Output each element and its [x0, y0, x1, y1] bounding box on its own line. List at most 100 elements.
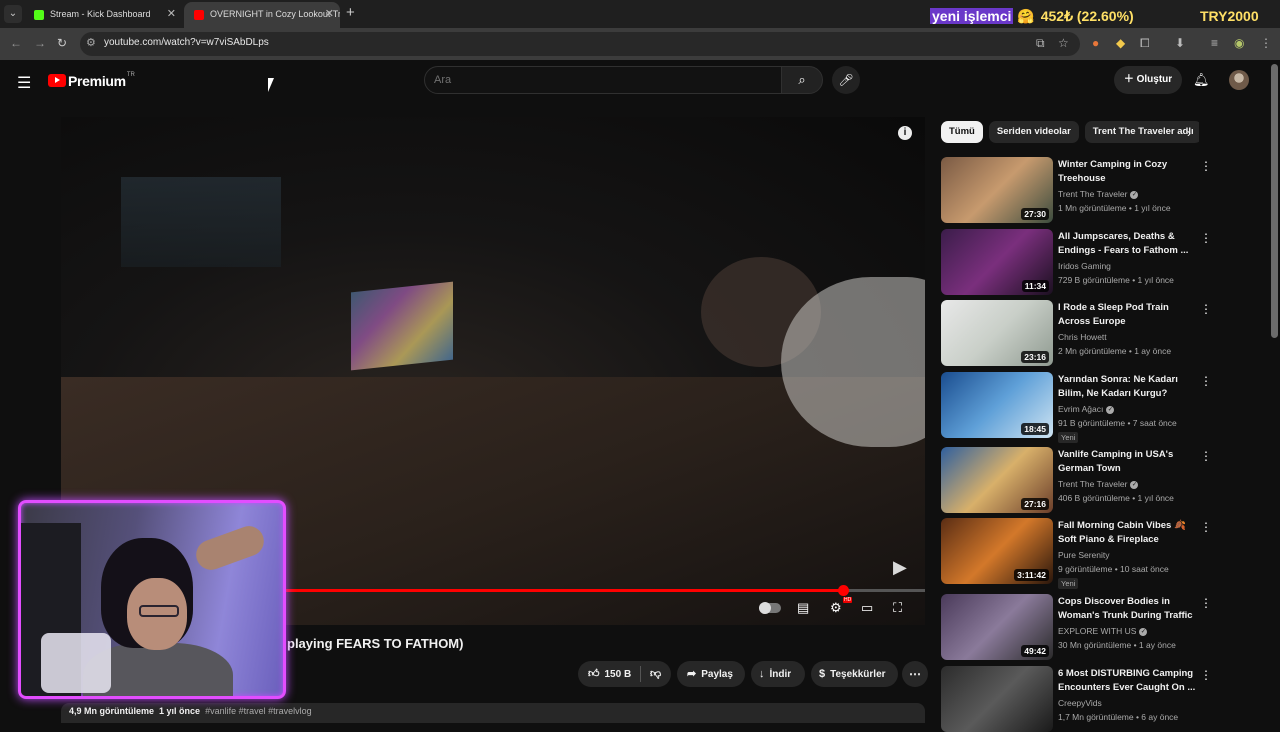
recommendation-channel-row: Evrim Ağacı ✓	[1058, 404, 1115, 414]
video-thumbnail[interactable]: 18:45	[941, 372, 1053, 438]
scrubber-handle[interactable]	[838, 585, 849, 596]
recommendation-item[interactable]: 27:30 Winter Camping in Cozy Treehouse Tre…	[941, 157, 1212, 223]
download-button[interactable]: ↓ İndir	[751, 661, 805, 687]
address-bar[interactable]: ⚙ youtube.com/watch?v=w7viSAbDLps	[80, 32, 1080, 56]
recommendation-item[interactable]: 3:11:42 Fall Morning Cabin Vibes 🍂 Soft P…	[941, 518, 1212, 589]
webcam-glasses	[139, 605, 179, 617]
theater-mode-icon[interactable]: ▭	[861, 600, 873, 616]
recommendation-title[interactable]: Fall Morning Cabin Vibes 🍂 Soft Piano & …	[1058, 519, 1198, 547]
url-text[interactable]: youtube.com/watch?v=w7viSAbDLps	[104, 37, 269, 48]
chip-series[interactable]: Seriden videolar	[988, 121, 1079, 143]
channel-watermark-icon[interactable]: ▶	[893, 557, 907, 578]
site-info-icon[interactable]: ⚙	[86, 36, 96, 49]
chips-next-chevron-icon[interactable]: ›	[1187, 126, 1191, 140]
dislike-button[interactable]: 👎︎	[650, 661, 661, 687]
youtube-favicon-icon	[194, 9, 204, 20]
notifications-bell-icon[interactable]: 🔔︎	[1193, 72, 1210, 88]
new-tab-plus-icon[interactable]: +	[346, 4, 355, 21]
chip-channel[interactable]: Trent The Traveler adlı	[1084, 121, 1199, 143]
video-thumbnail[interactable]: 49:42	[941, 594, 1053, 660]
recommendation-title[interactable]: I Rode a Sleep Pod Train Across Europe	[1058, 301, 1198, 329]
more-vertical-icon[interactable]: ⋮	[1200, 668, 1212, 682]
share-button[interactable]: ➦ Paylaş	[677, 661, 745, 687]
browser-menu-icon[interactable]: ⋮	[1260, 36, 1272, 50]
channel-name[interactable]: Iridos Gaming	[1058, 261, 1111, 271]
verified-check-icon: ✓	[1139, 627, 1148, 636]
video-thumbnail[interactable]: 27:16	[941, 447, 1053, 513]
video-thumbnail[interactable]	[941, 666, 1053, 732]
recommendation-title[interactable]: Cops Discover Bodies in Woman's Trunk Du…	[1058, 595, 1198, 623]
stream-ticker-overlay: yeni işlemci 🤗 452₺ (22.60%) TRY2000	[930, 8, 1259, 24]
recommendation-item[interactable]: 27:16 Vanlife Camping in USA's German Tow…	[941, 447, 1212, 513]
create-button[interactable]: ＋ Oluştur	[1114, 66, 1182, 94]
account-avatar[interactable]	[1229, 70, 1249, 90]
media-control-icon[interactable]: ≡	[1211, 36, 1218, 50]
page-scrollbar[interactable]	[1271, 64, 1278, 338]
voice-search-button[interactable]: 🎤︎	[832, 66, 860, 94]
hamburger-menu-icon[interactable]: ☰	[17, 73, 31, 93]
channel-name[interactable]: CreepyVids	[1058, 698, 1102, 708]
profile-icon[interactable]: ◉	[1234, 36, 1244, 50]
browser-tab-kick[interactable]: Stream - Kick Dashboard ✕	[24, 2, 182, 28]
close-tab-icon[interactable]: ✕	[325, 2, 334, 26]
description-box[interactable]: 4,9 Mn görüntüleme 1 yıl önce #vanlife #…	[61, 703, 925, 723]
bookmark-star-icon[interactable]: ☆	[1058, 36, 1069, 50]
more-vertical-icon[interactable]: ⋮	[1200, 159, 1212, 173]
tab-search-chevron-icon[interactable]: ⌄	[4, 5, 22, 23]
channel-name[interactable]: Evrim Ağacı	[1058, 404, 1103, 414]
info-icon[interactable]: i	[898, 126, 912, 140]
divider	[640, 666, 641, 682]
recommendation-item[interactable]: 18:45 Yarından Sonra: Ne Kadarı Bilim, Ne…	[941, 372, 1212, 443]
like-button[interactable]: 👍︎ 150 B	[578, 668, 631, 680]
install-app-icon[interactable]: ⧉	[1036, 36, 1045, 51]
more-vertical-icon[interactable]: ⋮	[1200, 374, 1212, 388]
channel-name[interactable]: EXPLORE WITH US	[1058, 626, 1136, 636]
logo-text: Premium	[68, 72, 126, 89]
download-icon[interactable]: ⬇	[1175, 36, 1185, 50]
close-tab-icon[interactable]: ✕	[167, 2, 176, 26]
video-duration: 27:30	[1021, 208, 1049, 220]
video-thumbnail[interactable]: 11:34	[941, 229, 1053, 295]
recommendation-item[interactable]: 11:34 All Jumpscares, Deaths & Endings - …	[941, 229, 1212, 295]
chip-all[interactable]: Tümü	[941, 121, 983, 143]
video-thumbnail[interactable]: 3:11:42	[941, 518, 1053, 584]
recommendation-item[interactable]: 23:16 I Rode a Sleep Pod Train Across Eur…	[941, 300, 1212, 366]
more-vertical-icon[interactable]: ⋮	[1200, 449, 1212, 463]
more-vertical-icon[interactable]: ⋮	[1200, 231, 1212, 245]
fullscreen-icon[interactable]: ⛶	[893, 600, 902, 616]
recommendation-title[interactable]: Yarından Sonra: Ne Kadarı Bilim, Ne Kada…	[1058, 373, 1198, 401]
youtube-premium-logo[interactable]: PremiumTR	[48, 72, 135, 90]
recommendation-title[interactable]: 6 Most DISTURBING Camping Encounters Eve…	[1058, 667, 1198, 695]
extension-icon[interactable]: ●	[1092, 36, 1099, 50]
recommendation-item[interactable]: 6 Most DISTURBING Camping Encounters Eve…	[941, 666, 1212, 732]
more-vertical-icon[interactable]: ⋮	[1200, 596, 1212, 610]
browser-tab-youtube[interactable]: OVERNIGHT in Cozy Lookout Tr ✕	[184, 2, 340, 28]
video-thumbnail[interactable]: 27:30	[941, 157, 1053, 223]
autoplay-toggle[interactable]	[759, 602, 781, 614]
more-vertical-icon[interactable]: ⋮	[1200, 302, 1212, 316]
channel-name[interactable]: Trent The Traveler	[1058, 479, 1127, 489]
thanks-button[interactable]: $ Teşekkürler	[811, 661, 898, 687]
more-actions-button[interactable]: ⋯	[902, 661, 928, 687]
recommendation-title[interactable]: All Jumpscares, Deaths & Endings - Fears…	[1058, 230, 1198, 258]
new-badge: Yeni	[1058, 432, 1079, 443]
recommendation-title[interactable]: Winter Camping in Cozy Treehouse	[1058, 158, 1198, 186]
recommendation-title[interactable]: Vanlife Camping in USA's German Town	[1058, 448, 1198, 476]
search-input[interactable]	[425, 67, 745, 93]
channel-name[interactable]: Chris Howett	[1058, 332, 1107, 342]
channel-name[interactable]: Trent The Traveler	[1058, 189, 1127, 199]
subtitles-icon[interactable]: ▤	[797, 600, 809, 616]
forward-arrow-icon[interactable]: →	[34, 36, 46, 50]
extension-icon[interactable]: ◆	[1116, 36, 1125, 50]
tab-title: OVERNIGHT in Cozy Lookout Tr	[210, 9, 340, 19]
video-thumbnail[interactable]: 23:16	[941, 300, 1053, 366]
extensions-puzzle-icon[interactable]: ⧠	[1140, 36, 1150, 51]
back-arrow-icon[interactable]: ←	[10, 36, 22, 50]
reload-icon[interactable]: ↻	[57, 36, 67, 50]
hashtags[interactable]: #vanlife #travel #travelvlog	[205, 706, 312, 716]
search-button[interactable]: ⌕	[781, 66, 823, 94]
recommendation-item[interactable]: 49:42 Cops Discover Bodies in Woman's Tru…	[941, 594, 1212, 660]
channel-name[interactable]: Pure Serenity	[1058, 550, 1110, 560]
settings-gear-icon[interactable]: ⚙	[830, 600, 842, 616]
more-vertical-icon[interactable]: ⋮	[1200, 520, 1212, 534]
